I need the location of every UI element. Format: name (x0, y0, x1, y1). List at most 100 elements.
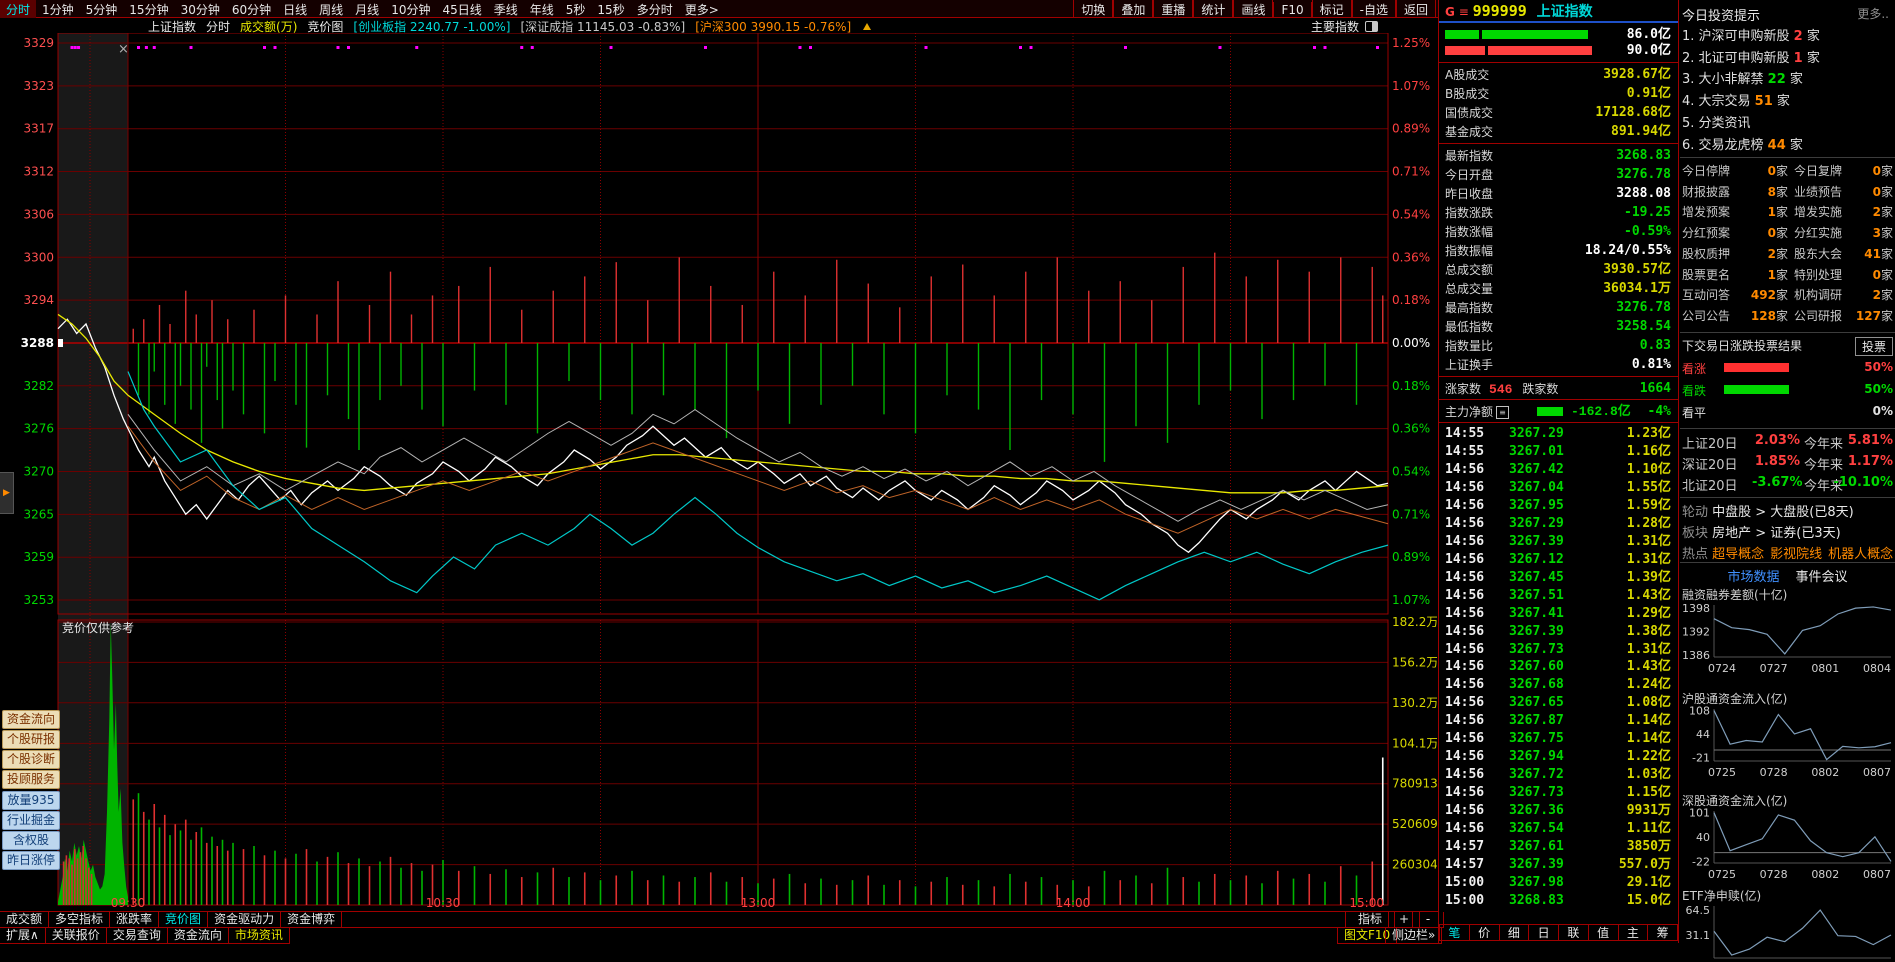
side-button-个股诊断[interactable]: 个股诊断 (2, 750, 60, 769)
panel-toggle-icon[interactable] (1365, 21, 1378, 32)
tick-row: 14:57 3267.39 557.0万 (1445, 857, 1671, 873)
toolbar-返回[interactable]: 返回 (1395, 0, 1436, 19)
bottom-tab-市场资讯[interactable]: 市场资讯 (227, 928, 290, 944)
index-name[interactable]: 上证指数 (1537, 4, 1593, 20)
bottom-tab-扩展∧[interactable]: 扩展∧ (0, 928, 46, 944)
header-seg[interactable]: [沪深300 3990.15 -0.76%] (695, 20, 851, 34)
bottom-tab-成交额[interactable]: 成交额 (0, 912, 50, 928)
side-button-个股研报[interactable]: 个股研报 (2, 730, 60, 749)
bottom-tab-竞价图[interactable]: 竞价图 (158, 912, 209, 928)
menubar-item-周线[interactable]: 周线 (313, 0, 349, 19)
hotspot-link[interactable]: 影视院线 (1770, 547, 1822, 562)
indicator-minus-button[interactable]: - (1412, 912, 1444, 928)
side-button-投顾服务[interactable]: 投顾服务 (2, 770, 60, 789)
side-button-行业掘金[interactable]: 行业掘金 (2, 811, 60, 830)
menubar-item-5分钟[interactable]: 5分钟 (80, 0, 124, 19)
tab-联[interactable]: 联 (1558, 924, 1588, 941)
header-seg[interactable]: 分时 (206, 20, 230, 34)
side-button-含权股[interactable]: 含权股 (2, 831, 60, 850)
tips-more-link[interactable]: 更多.. (1857, 5, 1889, 22)
tip-item[interactable]: 4. 大宗交易 51 家 (1682, 90, 1893, 110)
menubar-item-10分钟[interactable]: 10分钟 (385, 0, 436, 19)
intraday-chart[interactable]: × 竞价仅供参考 3329 3323 3317 3312 3306 3300 3294 3288 3… (0, 33, 1437, 910)
tip-item[interactable]: 3. 大小非解禁 22 家 (1682, 68, 1893, 88)
tab-日[interactable]: 日 (1528, 924, 1558, 941)
tab-值[interactable]: 值 (1587, 924, 1618, 941)
market-stat-row: 股票更名 1家 特别处理 0家 (1682, 267, 1893, 282)
market-stat-row: 分红预案 0家 分红实施 3家 (1682, 226, 1893, 241)
menubar-item-多分时[interactable]: 多分时 (631, 0, 679, 19)
index-20d-row: 深证20日 1.85% 今年来 1.17% (1682, 454, 1893, 473)
tab-价[interactable]: 价 (1468, 924, 1499, 941)
header-seg[interactable]: 成交额(万) (240, 20, 297, 34)
hotspot-link[interactable]: 超导概念 (1712, 547, 1764, 562)
side-button-资金流向[interactable]: 资金流向 (2, 710, 60, 729)
svg-text:1398: 1398 (1682, 602, 1710, 615)
hotspot-link[interactable]: 机器人概念 (1828, 547, 1893, 562)
toolbar-叠加[interactable]: 叠加 (1113, 0, 1154, 19)
tip-item[interactable]: 6. 交易龙虎榜 44 家 (1682, 134, 1893, 154)
menubar-item-更多>[interactable]: 更多> (679, 0, 725, 19)
tab-市场数据[interactable]: 市场数据 (1727, 570, 1779, 585)
tip-item[interactable]: 2. 北证可申购新股 1 家 (1682, 47, 1893, 67)
menubar-item-45日线[interactable]: 45日线 (436, 0, 487, 19)
toolbar-统计[interactable]: 统计 (1193, 0, 1234, 19)
bottom-tab-资金博弈[interactable]: 资金博弈 (280, 912, 343, 928)
bottom-tab-交易查询[interactable]: 交易查询 (105, 928, 168, 944)
svg-text:44: 44 (1696, 728, 1710, 741)
tab-主[interactable]: 主 (1617, 924, 1648, 941)
menubar-item-分时[interactable]: 分时 (0, 0, 37, 19)
toolbar-标记[interactable]: 标记 (1311, 0, 1352, 19)
tab-细[interactable]: 细 (1498, 924, 1529, 941)
bottom-tab-涨跌率[interactable]: 涨跌率 (109, 912, 160, 928)
overlay-close-icon[interactable]: × (118, 42, 129, 57)
side-button-昨日涨停[interactable]: 昨日涨停 (2, 851, 60, 870)
tick-row: 14:56 3267.95 1.59亿 (1445, 497, 1671, 513)
bottom-tab-资金流向[interactable]: 资金流向 (166, 928, 229, 944)
menubar-item-日线[interactable]: 日线 (277, 0, 313, 19)
pct-axis-label: 0.89% (1392, 550, 1430, 564)
menubar-item-15秒[interactable]: 15秒 (591, 0, 630, 19)
menubar-item-季线[interactable]: 季线 (488, 0, 524, 19)
tip-item[interactable]: 5. 分类资讯 (1682, 112, 1893, 132)
tab-筹[interactable]: 筹 (1647, 924, 1678, 941)
stat-row: 总成交额 3930.57亿 (1445, 262, 1671, 277)
pct-axis-label: 1.07% (1392, 79, 1430, 93)
tick-row: 14:56 3267.73 1.31亿 (1445, 641, 1671, 657)
pct-axis-label: 0.71% (1392, 507, 1430, 521)
tick-row: 14:56 3267.36 9931万 (1445, 803, 1671, 819)
pct-axis-label: 0.18% (1392, 293, 1430, 307)
toolbar-F10[interactable]: F10 (1273, 2, 1312, 18)
tick-row: 15:00 3268.83 15.0亿 (1445, 892, 1671, 908)
vote-button[interactable]: 投票 (1854, 337, 1893, 356)
header-seg[interactable]: [创业板指 2240.77 -1.00%] (353, 20, 510, 34)
price-axis-label: 3259 (23, 550, 54, 564)
bottom-tab-多空指标[interactable]: 多空指标 (48, 912, 111, 928)
side-button-放量935[interactable]: 放量935 (2, 791, 60, 810)
toolbar-切换[interactable]: 切换 (1073, 0, 1114, 19)
menubar-item-月线[interactable]: 月线 (349, 0, 385, 19)
auction-note: 竞价仅供参考 (62, 620, 134, 635)
list-icon[interactable]: ≡ (1496, 406, 1510, 419)
menubar-item-年线[interactable]: 年线 (524, 0, 560, 19)
bottom-tab-资金驱动力[interactable]: 资金驱动力 (207, 912, 282, 928)
menubar-item-1分钟[interactable]: 1分钟 (36, 0, 80, 19)
menubar-item-30分钟[interactable]: 30分钟 (175, 0, 226, 19)
sidebar-toggle-button[interactable]: 侧边栏» (1385, 928, 1443, 944)
toolbar-画线[interactable]: 画线 (1233, 0, 1274, 19)
index-code[interactable]: 999999 (1473, 2, 1527, 20)
header-seg[interactable]: 竞价图 (307, 20, 343, 34)
tab-事件会议[interactable]: 事件会议 (1796, 570, 1848, 585)
bottom-tab-关联报价[interactable]: 关联报价 (44, 928, 107, 944)
toolbar--自选[interactable]: -自选 (1351, 0, 1396, 19)
svg-text:108: 108 (1689, 705, 1710, 717)
left-panel-handle[interactable]: ▶ (0, 472, 14, 514)
menubar-item-15分钟[interactable]: 15分钟 (123, 0, 174, 19)
header-seg[interactable]: 上证指数 (148, 20, 196, 34)
alarm-bell-icon[interactable] (863, 23, 872, 30)
header-seg[interactable]: [深证成指 11145.03 -0.83%] (521, 20, 686, 34)
menubar-item-5秒[interactable]: 5秒 (560, 0, 592, 19)
toolbar-重播[interactable]: 重播 (1153, 0, 1194, 19)
menubar-item-60分钟[interactable]: 60分钟 (226, 0, 277, 19)
tip-item[interactable]: 1. 沪深可申购新股 2 家 (1682, 25, 1893, 45)
